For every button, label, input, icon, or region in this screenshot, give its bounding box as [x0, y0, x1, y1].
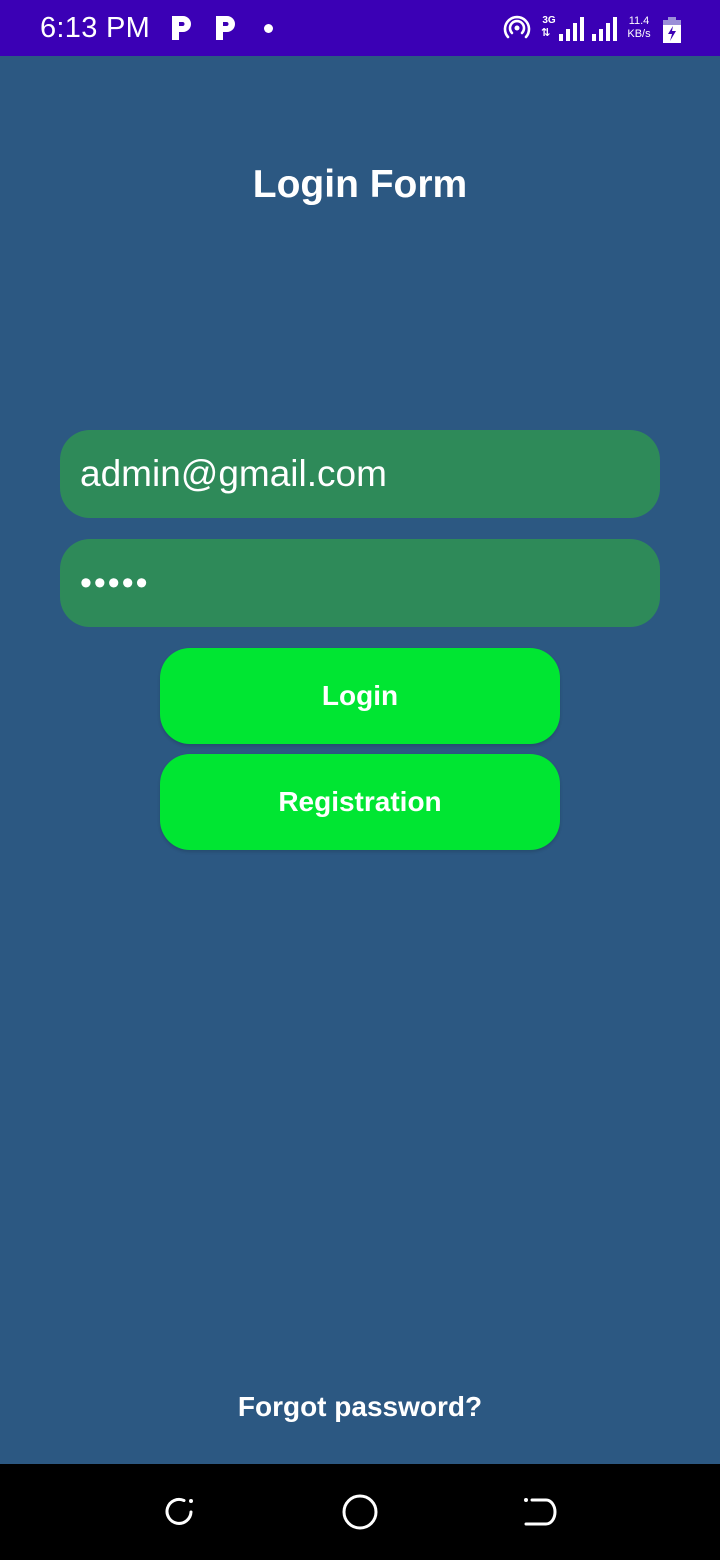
back-icon[interactable]	[520, 1492, 560, 1532]
speed-value: 11.4	[628, 15, 650, 27]
recents-icon[interactable]	[160, 1492, 200, 1532]
email-value: admin@gmail.com	[80, 453, 387, 494]
home-icon[interactable]	[340, 1492, 380, 1532]
status-bar: 6:13 PM 3G ⇅ 11.4 KB/s	[0, 0, 720, 56]
registration-button[interactable]: Registration	[160, 754, 560, 850]
hotspot-icon	[503, 15, 531, 39]
signal-icon	[559, 17, 584, 41]
network-arrows: ⇅	[541, 27, 551, 39]
login-button[interactable]: Login	[160, 648, 560, 744]
speed-unit: KB/s	[627, 28, 651, 40]
status-time: 6:13 PM	[40, 12, 151, 44]
signal-icon	[592, 17, 617, 41]
forgot-password-link[interactable]: Forgot password?	[0, 1390, 720, 1424]
page-title: Login Form	[252, 163, 468, 206]
notification-dot-icon	[264, 24, 273, 33]
password-field[interactable]: •••••	[60, 539, 660, 627]
network-type: 3G	[542, 15, 556, 26]
registration-button-label: Registration	[278, 786, 442, 817]
password-value: •••••	[80, 563, 150, 602]
p-app-icon	[216, 16, 235, 40]
network-speed: 11.4 KB/s	[622, 15, 656, 41]
p-app-icon	[172, 16, 191, 40]
battery-charging-icon	[663, 17, 681, 43]
email-field[interactable]: admin@gmail.com	[60, 430, 660, 518]
navigation-bar	[0, 1464, 720, 1560]
login-button-label: Login	[321, 680, 399, 711]
